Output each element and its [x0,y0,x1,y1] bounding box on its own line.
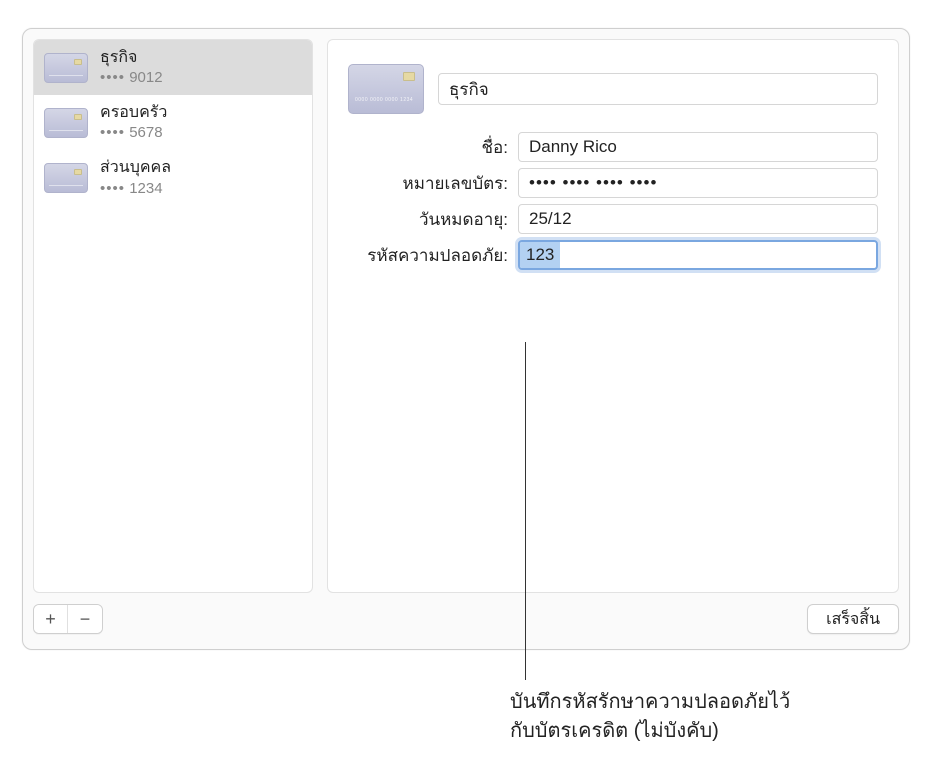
credit-card-icon [44,163,88,193]
name-input[interactable] [518,132,878,162]
callout-line [525,342,526,680]
add-remove-control: + − [33,604,103,634]
list-item-text: ครอบครัว •••• 5678 [100,103,167,142]
card-list-item-family[interactable]: ครอบครัว •••• 5678 [34,95,312,150]
list-item-text: ธุรกิจ •••• 9012 [100,48,163,87]
mask-dots: •••• [100,124,125,141]
form-rows: ชื่อ: หมายเลขบัตร: •••• •••• •••• •••• ว… [348,132,878,270]
label-name: ชื่อ: [348,134,508,161]
preferences-window: ธุรกิจ •••• 9012 ครอบครัว •••• 5678 [22,28,910,650]
label-security-code: รหัสความปลอดภัย: [348,242,508,269]
security-code-value: 123 [520,242,560,268]
mask-dots: •••• [100,69,125,86]
expiry-input[interactable] [518,204,878,234]
callout-line1: บันทึกรหัสรักษาความปลอดภัยไว้ [510,688,790,717]
list-item-subtitle: •••• 1234 [100,180,171,198]
callout-line2: กับบัตรเครดิต (ไม่บังคับ) [510,717,790,746]
security-code-input[interactable]: 123 [518,240,878,270]
list-item-text: ส่วนบุคคล •••• 1234 [100,158,171,197]
done-button[interactable]: เสร็จสิ้น [807,604,899,634]
card-number-input[interactable]: •••• •••• •••• •••• [518,168,878,198]
card-title-input[interactable] [438,73,878,105]
row-card-number: หมายเลขบัตร: •••• •••• •••• •••• [348,168,878,198]
last4: 5678 [129,124,162,141]
card-detail-panel: 0000 0000 0000 1234 ชื่อ: หมายเลขบัตร: •… [327,39,899,593]
label-expiry: วันหมดอายุ: [348,206,508,233]
list-item-title: ธุรกิจ [100,48,163,67]
window-footer: + − เสร็จสิ้น [33,599,899,639]
row-security-code: รหัสความปลอดภัย: 123 [348,240,878,270]
plus-icon: + [45,609,56,630]
card-list-sidebar: ธุรกิจ •••• 9012 ครอบครัว •••• 5678 [33,39,313,593]
row-name: ชื่อ: [348,132,878,162]
credit-card-icon [44,108,88,138]
list-item-title: ครอบครัว [100,103,167,122]
minus-icon: − [80,609,91,630]
credit-card-icon [44,53,88,83]
list-item-subtitle: •••• 5678 [100,124,167,142]
content-area: ธุรกิจ •••• 9012 ครอบครัว •••• 5678 [33,39,899,593]
remove-button[interactable]: − [68,605,102,633]
callout-text: บันทึกรหัสรักษาความปลอดภัยไว้ กับบัตรเคร… [510,688,790,746]
credit-card-icon-large: 0000 0000 0000 1234 [348,64,424,114]
row-expiry: วันหมดอายุ: [348,204,878,234]
mask-dots: •••• [100,180,125,197]
detail-header: 0000 0000 0000 1234 [348,64,878,114]
last4: 9012 [129,69,162,86]
label-card-number: หมายเลขบัตร: [348,170,508,197]
add-button[interactable]: + [34,605,68,633]
list-item-subtitle: •••• 9012 [100,69,163,87]
list-item-title: ส่วนบุคคล [100,158,171,177]
card-list-item-business[interactable]: ธุรกิจ •••• 9012 [34,40,312,95]
last4: 1234 [129,180,162,197]
card-list-item-personal[interactable]: ส่วนบุคคล •••• 1234 [34,150,312,205]
